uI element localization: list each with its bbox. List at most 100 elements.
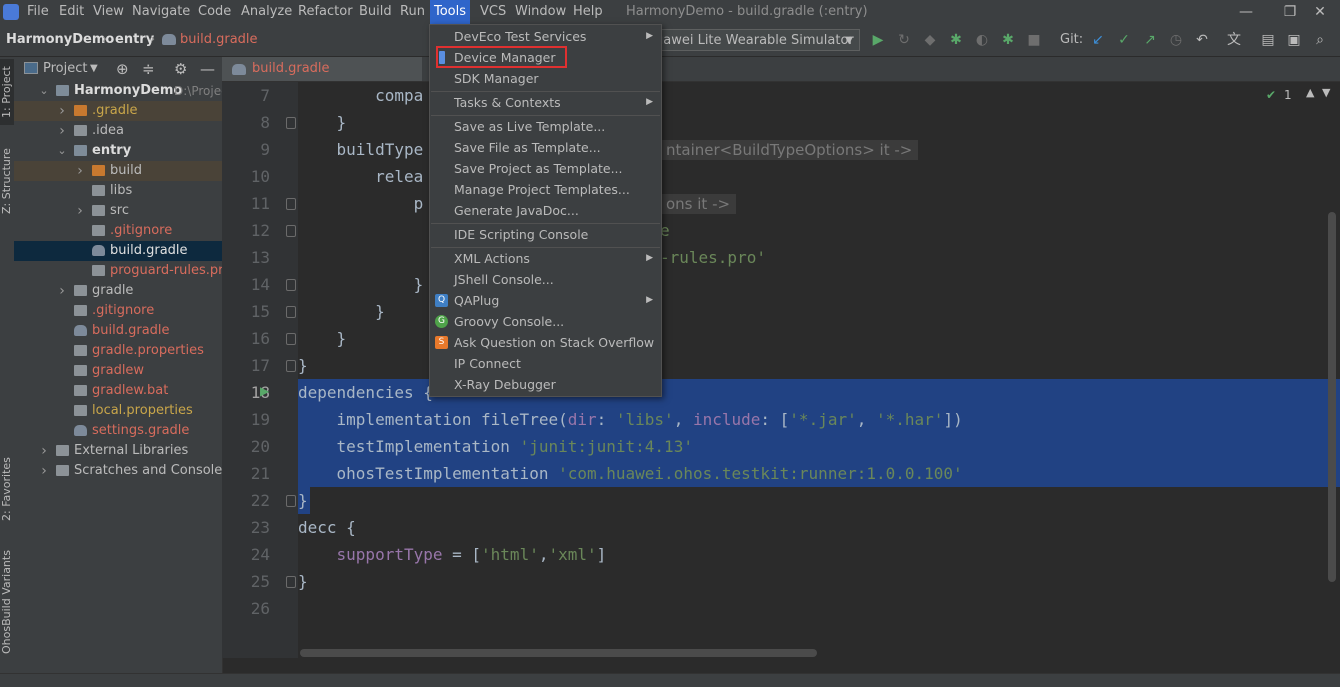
tree-item[interactable]: ⌄ entry [14,141,222,161]
git-update-icon[interactable]: ↙ [1090,32,1106,48]
fold-marker-icon[interactable] [286,333,296,345]
layout-icon[interactable]: ▣ [1286,32,1302,48]
menu-navigate[interactable]: Navigate [128,0,194,24]
tree-item[interactable]: › src [14,201,222,221]
chevron-right-icon[interactable]: › [56,101,68,121]
menu-tools[interactable]: Tools [430,0,471,24]
menu-run[interactable]: Run [396,0,429,24]
translate-icon[interactable]: 文 [1226,32,1242,48]
inspection-ok-icon[interactable]: ✔ [1266,88,1276,102]
tree-item[interactable]: proguard-rules.pro [14,261,222,281]
gear-icon[interactable]: ⚙ [174,57,187,81]
close-icon[interactable]: ✕ [1300,0,1340,24]
menu-item-qaplug[interactable]: Q QAPlug ▶ [430,290,661,311]
tree-item[interactable]: libs [14,181,222,201]
tree-item[interactable]: › External Libraries [14,441,222,461]
fold-marker-icon[interactable] [286,117,296,129]
tree-item[interactable]: gradle.properties [14,341,222,361]
history-icon[interactable]: ◷ [1168,32,1184,48]
tool-tab-build-variants[interactable]: OhosBuild Variants [0,547,14,657]
tree-item[interactable]: › .idea [14,121,222,141]
menu-item-ip-connect[interactable]: IP Connect [430,353,661,374]
tree-item[interactable]: .gitignore [14,301,222,321]
tree-item[interactable]: build.gradle [14,321,222,341]
menu-file[interactable]: File [23,0,53,24]
menu-vcs[interactable]: VCS [476,0,510,24]
git-push-icon[interactable]: ↗ [1142,32,1158,48]
breadcrumb-file[interactable]: build.gradle [180,24,258,56]
tree-item[interactable]: .gitignore [14,221,222,241]
tree-item[interactable]: › build [14,161,222,181]
chevron-right-icon[interactable]: › [38,441,50,461]
run-icon[interactable]: ▶ [870,32,886,48]
git-commit-icon[interactable]: ✓ [1116,32,1132,48]
menu-item-tasks-contexts[interactable]: Tasks & Contexts ▶ [430,92,661,113]
tool-tab-favorites[interactable]: 2: Favorites [0,447,14,531]
menu-view[interactable]: View [89,0,128,24]
tree-item[interactable]: ⌄ HarmonyDemoD:\Project_( [14,81,222,101]
project-structure-icon[interactable]: ▤ [1260,32,1276,48]
chevron-down-icon[interactable]: ▼ [90,57,98,81]
vertical-scrollbar[interactable] [1328,212,1336,582]
tab-build-gradle[interactable]: build.gradle (HarmonyDemo) [222,57,422,100]
fold-marker-icon[interactable] [286,495,296,507]
menu-item-ask-stack-overflow[interactable]: S Ask Question on Stack Overflow [430,332,661,353]
menu-item-manage-project-templates[interactable]: Manage Project Templates... [430,179,661,200]
menu-help[interactable]: Help [569,0,607,24]
menu-item-sdk-manager[interactable]: SDK Manager [430,68,661,89]
chevron-down-icon[interactable]: ▼ [1322,86,1330,99]
rerun-icon[interactable]: ↻ [896,32,912,48]
tree-item[interactable]: › gradle [14,281,222,301]
tree-item[interactable]: › Scratches and Consoles [14,461,222,481]
fold-marker-icon[interactable] [286,306,296,318]
chevron-up-icon[interactable]: ▲ [1306,86,1314,99]
menu-item-save-project-template[interactable]: Save Project as Template... [430,158,661,179]
menu-item-save-live-template[interactable]: Save as Live Template... [430,116,661,137]
menu-item-deveco-test-services[interactable]: DevEco Test Services ▶ [430,26,661,47]
menu-window[interactable]: Window [511,0,570,24]
minimize-icon[interactable]: — [1226,0,1266,24]
tree-item[interactable]: build.gradle [14,241,222,261]
fold-marker-icon[interactable] [286,279,296,291]
tool-tab-project[interactable]: 1: Project [0,59,14,125]
chevron-right-icon[interactable]: › [74,161,86,181]
menu-refactor[interactable]: Refactor [294,0,357,24]
rollback-icon[interactable]: ↶ [1194,32,1210,48]
chevron-right-icon[interactable]: › [74,201,86,221]
tool-tab-structure[interactable]: Z: Structure [0,147,14,215]
menu-analyze[interactable]: Analyze [237,0,296,24]
menu-edit[interactable]: Edit [55,0,88,24]
chevron-right-icon[interactable]: › [56,281,68,301]
tree-item[interactable]: local.properties [14,401,222,421]
menu-item-save-file-template[interactable]: Save File as Template... [430,137,661,158]
chevron-right-icon[interactable]: › [38,461,50,481]
menu-item-ide-scripting-console[interactable]: IDE Scripting Console [430,224,661,245]
tree-item[interactable]: › .gradle [14,101,222,121]
fold-marker-icon[interactable] [286,198,296,210]
bug-icon[interactable]: ✱ [948,32,964,48]
menu-code[interactable]: Code [194,0,235,24]
project-view-label[interactable]: Project [43,57,87,81]
fold-marker-icon[interactable] [286,225,296,237]
breadcrumb-module[interactable]: entry [115,24,154,56]
run-configuration-select[interactable]: uawei Lite Wearable Simulator ▼ [648,29,860,51]
tree-item[interactable]: gradlew.bat [14,381,222,401]
menu-item-groovy-console[interactable]: G Groovy Console... [430,311,661,332]
chevron-down-icon[interactable]: ⌄ [56,141,68,161]
menu-item-xray-debugger[interactable]: X-Ray Debugger [430,374,661,395]
breadcrumb-project[interactable]: HarmonyDemo [6,24,114,56]
menu-item-jshell-console[interactable]: JShell Console... [430,269,661,290]
profile-icon[interactable]: ✱ [1000,32,1016,48]
locate-icon[interactable]: ⊕ [116,57,129,81]
horizontal-scrollbar[interactable] [300,649,817,657]
collapse-all-icon[interactable]: ≑ [142,57,155,81]
hide-icon[interactable]: — [200,57,215,81]
menu-build[interactable]: Build [355,0,396,24]
menu-item-generate-javadoc[interactable]: Generate JavaDoc... [430,200,661,221]
debug-icon[interactable]: ◆ [922,32,938,48]
fold-marker-icon[interactable] [286,360,296,372]
tree-item[interactable]: settings.gradle [14,421,222,441]
menu-item-xml-actions[interactable]: XML Actions ▶ [430,248,661,269]
stop-icon[interactable]: ■ [1026,32,1042,48]
tree-item[interactable]: gradlew [14,361,222,381]
